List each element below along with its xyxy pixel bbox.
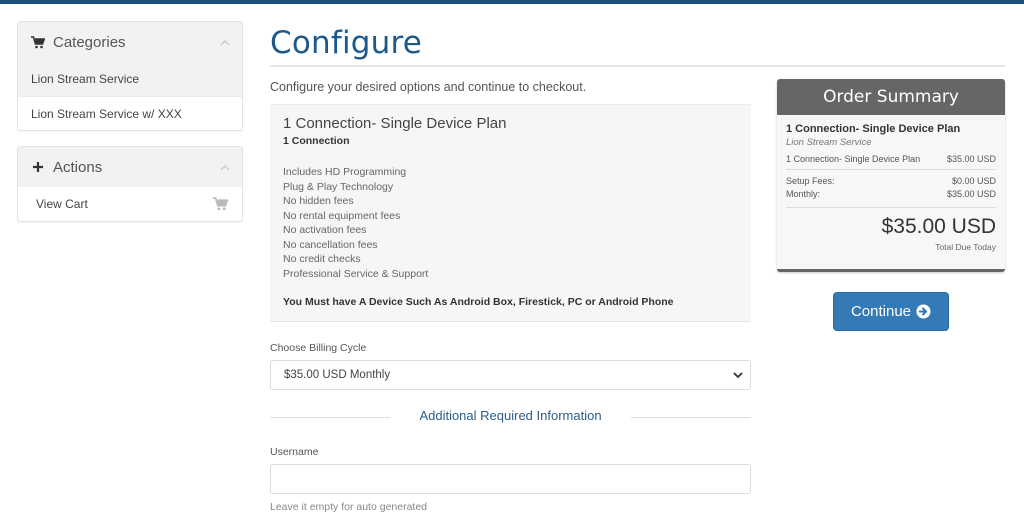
billing-cycle-selected-value: $35.00 USD Monthly xyxy=(284,369,391,381)
summary-total-label: Total Due Today xyxy=(935,242,996,252)
line-item-label: 1 Connection- Single Device Plan xyxy=(786,154,921,164)
feature-item: Includes HD Programming xyxy=(283,166,407,178)
intro-text: Configure your desired options and conti… xyxy=(270,80,587,94)
categories-header[interactable]: Categories xyxy=(18,22,242,62)
chevron-up-icon[interactable] xyxy=(220,35,230,46)
summary-monthly: Monthly: $35.00 USD xyxy=(786,188,996,201)
username-input[interactable] xyxy=(270,464,751,494)
actions-panel: Actions View Cart xyxy=(17,146,243,222)
page-title: Configure xyxy=(270,25,423,61)
feature-item: Plug & Play Technology xyxy=(283,180,394,193)
username-help-text: Leave it empty for auto generated xyxy=(270,501,428,513)
device-requirement-note: You Must have A Device Such As Android B… xyxy=(283,296,674,308)
divider-line xyxy=(631,417,751,418)
categories-title: Categories xyxy=(53,33,126,51)
continue-button[interactable]: Continue xyxy=(833,292,949,331)
actions-title: Actions xyxy=(53,158,103,176)
additional-info-heading: Additional Required Information xyxy=(419,408,602,423)
product-subtitle: 1 Connection xyxy=(283,135,350,147)
feature-list: Includes HD Programming Plug & Play Tech… xyxy=(283,165,738,281)
actions-header[interactable]: Actions xyxy=(18,147,242,187)
feature-item: No rental equipment fees xyxy=(283,209,401,222)
shopping-cart-icon xyxy=(213,197,229,214)
feature-item: No hidden fees xyxy=(283,195,354,207)
product-name: 1 Connection- Single Device Plan xyxy=(283,115,507,132)
chevron-up-icon[interactable] xyxy=(220,160,230,171)
sidebar-item-lion-stream-service[interactable]: Lion Stream Service xyxy=(18,62,242,96)
plus-icon xyxy=(31,160,45,174)
sidebar-item-label: Lion Stream Service w/ XXX xyxy=(31,106,182,121)
monthly-label: Monthly: xyxy=(786,189,821,199)
feature-item: No credit checks xyxy=(283,253,361,265)
billing-cycle-select[interactable]: $35.00 USD Monthly xyxy=(270,360,751,390)
summary-setup-fees: Setup Fees: $0.00 USD xyxy=(786,175,996,188)
line-item-amount: $35.00 USD xyxy=(946,154,996,164)
summary-product-group: Lion Stream Service xyxy=(786,137,872,148)
setup-fees-amount: $0.00 USD xyxy=(951,176,996,186)
sidebar-item-view-cart[interactable]: View Cart xyxy=(18,187,242,221)
feature-item: No cancellation fees xyxy=(283,238,378,251)
sidebar-item-label: View Cart xyxy=(36,197,88,211)
setup-fees-label: Setup Fees: xyxy=(786,176,835,186)
additional-info-divider: Additional Required Information xyxy=(270,408,751,426)
shopping-cart-icon xyxy=(31,35,45,49)
order-summary-title: Order Summary xyxy=(777,79,1005,115)
monthly-amount: $35.00 USD xyxy=(946,189,996,199)
sidebar-item-lion-stream-service-xxx[interactable]: Lion Stream Service w/ XXX xyxy=(18,96,242,130)
billing-cycle-label: Choose Billing Cycle xyxy=(270,342,367,354)
arrow-circle-right-icon xyxy=(916,304,931,319)
title-divider xyxy=(270,65,1005,67)
summary-total: $35.00 USD xyxy=(881,215,996,238)
feature-item: Professional Service & Support xyxy=(283,267,429,280)
username-label: Username xyxy=(270,446,319,458)
summary-product-name: 1 Connection- Single Device Plan xyxy=(786,123,961,135)
feature-item: No activation fees xyxy=(283,224,367,236)
chevron-down-icon xyxy=(732,370,744,383)
continue-button-label: Continue xyxy=(850,303,912,320)
summary-line-item: 1 Connection- Single Device Plan $35.00 … xyxy=(786,154,996,170)
top-accent-bar xyxy=(0,0,1024,4)
categories-panel: Categories Lion Stream Service Lion Stre… xyxy=(17,21,243,131)
product-info-box: 1 Connection- Single Device Plan 1 Conne… xyxy=(270,104,751,322)
order-summary: Order Summary 1 Connection- Single Devic… xyxy=(777,79,1005,272)
sidebar-item-label: Lion Stream Service xyxy=(31,72,140,86)
